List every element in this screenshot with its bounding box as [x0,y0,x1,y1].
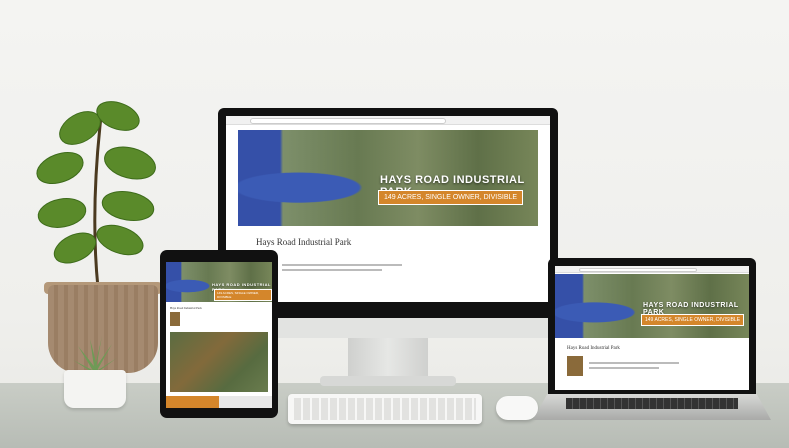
tablet-hero-tag[interactable]: 149 ACRES, SINGLE OWNER, DIVISIBLE [214,289,272,301]
hero-map: HAYS ROAD INDUSTRIAL PARK 149 ACRES, SIN… [238,130,538,226]
succulent-pot [64,370,126,408]
mouse [496,396,538,420]
laptop-hero-map: HAYS ROAD INDUSTRIAL PARK 149 ACRES, SIN… [555,274,749,338]
laptop-browser-toolbar [555,266,749,273]
page-heading: Hays Road Industrial Park [256,237,352,247]
text-line [282,269,382,271]
browser-toolbar [226,116,550,125]
monitor-base [320,376,456,386]
laptop-address-bar[interactable] [579,268,698,272]
address-bar[interactable] [250,118,447,124]
tablet-parcel-map[interactable] [170,332,268,392]
keyboard-keys [294,398,476,420]
laptop-heading: Hays Road Industrial Park [567,346,620,351]
laptop-screen: HAYS ROAD INDUSTRIAL PARK 149 ACRES, SIN… [555,266,749,390]
laptop-text-line [589,362,679,364]
text-line [282,264,402,266]
tablet-footer [166,396,272,408]
tablet-screen: HAYS ROAD INDUSTRIAL PARK 149 ACRES, SIN… [166,262,272,408]
succulent-icon [73,336,117,374]
laptop-hero-tag[interactable]: 149 ACRES, SINGLE OWNER, DIVISIBLE [641,314,745,326]
monitor-stand [348,338,428,378]
laptop-thumbnail[interactable] [567,356,583,376]
hero-tag[interactable]: 149 ACRES, SINGLE OWNER, DIVISIBLE [378,190,524,205]
tablet-hero-map: HAYS ROAD INDUSTRIAL PARK 149 ACRES, SIN… [166,262,272,302]
tablet-thumbnail[interactable] [170,312,180,326]
tablet-heading: Hays Road Industrial Park [170,306,202,310]
laptop-text-line [589,367,659,369]
laptop-keyboard [566,398,738,409]
